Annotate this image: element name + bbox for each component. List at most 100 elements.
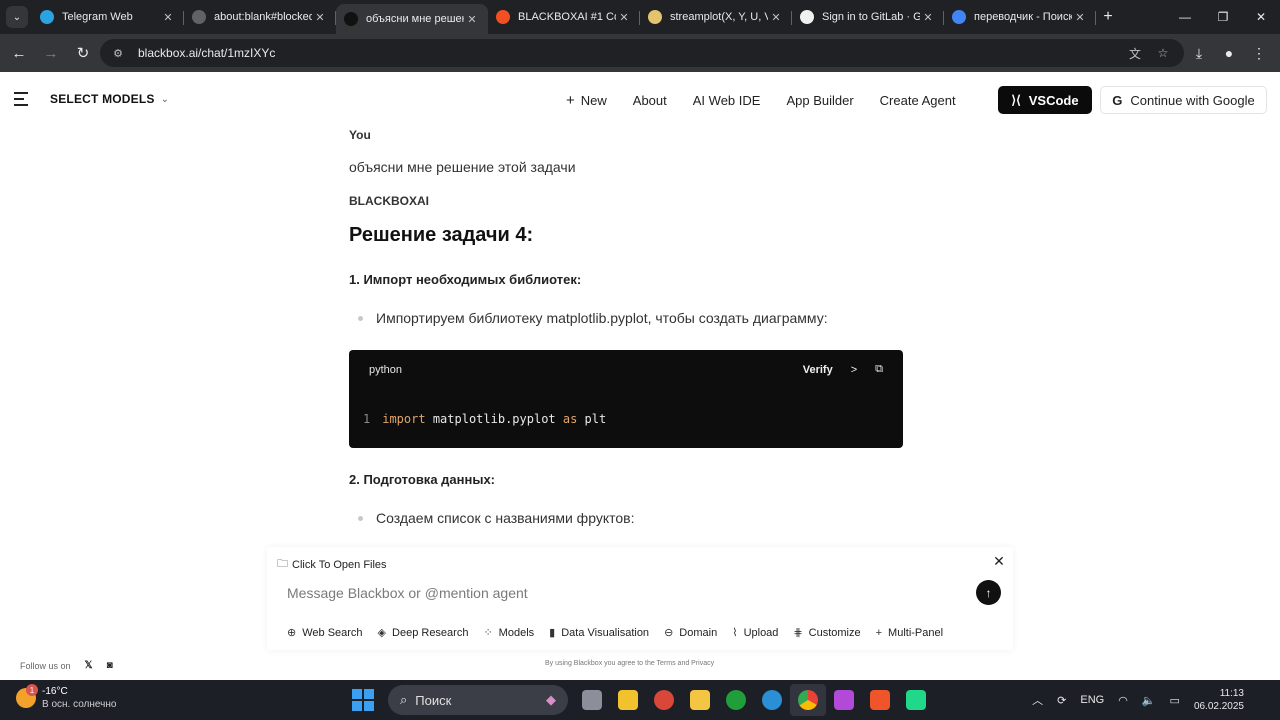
nav-create-agent[interactable]: Create Agent (880, 92, 956, 109)
close-tab-icon[interactable]: ✕ (312, 9, 328, 25)
address-bar[interactable]: ⚙ blackbox.ai/chat/1mzIXYc 文 ☆ (100, 39, 1184, 67)
pycharm-icon[interactable] (898, 684, 934, 716)
nav-about[interactable]: About (633, 92, 667, 109)
task-view-icon[interactable] (574, 684, 610, 716)
vscode-button[interactable]: ⟩⟨ VSCode (998, 86, 1092, 114)
taskbar-search-label: Поиск (415, 692, 452, 708)
download-icon[interactable]: ⤓ (1184, 38, 1214, 68)
sync-icon[interactable]: ⟳ (1057, 694, 1066, 707)
globe-icon: ⊕ (287, 627, 297, 639)
copy-icon[interactable]: ⧉ (875, 363, 883, 376)
browser-tab[interactable]: Telegram Web ✕ (32, 4, 184, 30)
tool-multi-panel[interactable]: + Multi-Panel (876, 626, 943, 639)
message-input[interactable] (287, 583, 967, 603)
browser-tab[interactable]: streamplot(X, Y, U, V ✕ (640, 4, 792, 30)
code-line: 1 import matplotlib.pyplot as plt (363, 412, 606, 426)
nav-app-builder[interactable]: App Builder (786, 92, 853, 109)
bookmark-star-icon[interactable]: ☆ (1154, 44, 1172, 62)
window-controls: — ❐ ✕ (1166, 0, 1280, 34)
forward-button[interactable]: → (36, 38, 66, 68)
back-button[interactable]: ← (4, 38, 34, 68)
new-tab-button[interactable]: + (1096, 4, 1120, 30)
step-2-title: 2. Подготовка данных: (349, 472, 496, 487)
maximize-button[interactable]: ❐ (1204, 0, 1242, 34)
tool-label: Data Visualisation (561, 626, 650, 639)
xbox-icon[interactable] (718, 684, 754, 716)
terms-disclaimer: By using Blackbox you agree to the Terms… (545, 660, 715, 667)
minimize-button[interactable]: — (1166, 0, 1204, 34)
tool-models[interactable]: ⁘ Models (483, 626, 534, 640)
reload-button[interactable]: ↻ (68, 38, 98, 68)
kebab-menu-icon[interactable]: ⋮ (1244, 38, 1274, 68)
arrow-up-icon: ↑ (985, 585, 992, 600)
run-icon[interactable]: > (851, 364, 857, 376)
tool-deep-research[interactable]: ◈ Deep Research (377, 626, 469, 640)
close-window-button[interactable]: ✕ (1242, 0, 1280, 34)
open-files-button[interactable]: 🗀 Click To Open Files (277, 555, 387, 574)
edge-icon[interactable] (754, 684, 790, 716)
tool-upload[interactable]: ⌇ Upload (732, 626, 778, 640)
tab-title: Telegram Web (62, 11, 133, 23)
windows-start-icon[interactable] (352, 689, 374, 711)
profile-icon[interactable]: ● (1214, 38, 1244, 68)
browser-tab[interactable]: Sign in to GitLab · G ✕ (792, 4, 944, 30)
top-nav: + New About AI Web IDE App Builder Create… (566, 92, 982, 109)
send-button[interactable]: ↑ (976, 580, 1001, 605)
site-info-icon[interactable]: ⚙ (110, 45, 126, 61)
chrome-icon[interactable] (790, 684, 826, 716)
translate-icon[interactable]: 文 (1126, 44, 1144, 62)
reload-icon: ↻ (76, 45, 90, 62)
file-explorer-icon[interactable] (682, 684, 718, 716)
tab-title: BLACKBOXAI #1 Cod (518, 11, 616, 23)
bullet-dot (358, 315, 363, 321)
nav-ai-web-ide[interactable]: AI Web IDE (693, 92, 761, 109)
clock[interactable]: 11:13 06.02.2025 (1194, 687, 1244, 713)
browser-tab[interactable]: about:blank#blocked ✕ (184, 4, 336, 30)
tab-title: переводчик - Поиск (974, 11, 1072, 23)
wifi-icon[interactable]: ◠ (1118, 694, 1128, 707)
close-tab-icon[interactable]: ✕ (920, 9, 936, 25)
nav-new[interactable]: + New (566, 92, 607, 109)
layers-icon: ◈ (377, 627, 387, 639)
close-tab-icon[interactable]: ✕ (1072, 9, 1088, 25)
app-purple-icon[interactable] (826, 684, 862, 716)
weather-temp: -16°C (42, 686, 68, 697)
continue-with-google-button[interactable]: G Continue with Google (1100, 86, 1267, 114)
open-files-label: Click To Open Files (292, 558, 387, 571)
url-text[interactable]: blackbox.ai/chat/1mzIXYc (138, 46, 275, 60)
tool-web-search[interactable]: ⊕ Web Search (287, 626, 363, 640)
browser-tab[interactable]: объясни мне решен ✕ (336, 4, 488, 34)
close-icon[interactable]: ✕ (991, 553, 1007, 569)
hamburger-menu-icon[interactable] (14, 92, 30, 106)
x-icon[interactable]: 𝕏 (85, 660, 93, 671)
brave-icon[interactable] (862, 684, 898, 716)
google-icon: G (1112, 92, 1123, 108)
browser-tab[interactable]: BLACKBOXAI #1 Cod ✕ (488, 4, 640, 30)
app-red-icon[interactable] (646, 684, 682, 716)
browser-tab[interactable]: переводчик - Поиск ✕ (944, 4, 1096, 30)
tool-label: Multi-Panel (888, 626, 944, 639)
speaker-icon[interactable]: 🔈 (1142, 694, 1156, 707)
tool-customize[interactable]: ⋕ Customize (793, 626, 861, 640)
search-icon: ⌕ (400, 692, 408, 707)
tool-label: Customize (808, 626, 861, 639)
chevron-up-icon[interactable]: ︿ (1032, 692, 1043, 708)
close-tab-icon[interactable]: ✕ (160, 9, 176, 25)
tab-search-button[interactable]: ⌄ (6, 6, 28, 28)
weather-widget[interactable]: 1 -16°C В осн. солнечно (16, 684, 116, 711)
battery-icon[interactable]: ▭ (1170, 694, 1180, 707)
language-indicator[interactable]: ENG (1080, 694, 1104, 706)
step-1-bullet-text: Импортируем библиотеку matplotlib.pyplot… (376, 310, 828, 326)
bar-chart-icon: ▮ (549, 627, 556, 639)
close-tab-icon[interactable]: ✕ (464, 11, 480, 27)
verify-button[interactable]: Verify (803, 364, 833, 376)
taskbar-search[interactable]: ⌕ Поиск ◆ (388, 685, 568, 715)
close-tab-icon[interactable]: ✕ (768, 9, 784, 25)
ms-store-icon[interactable] (610, 684, 646, 716)
discord-icon[interactable]: ◙ (107, 660, 113, 671)
step-1-bullet: Импортируем библиотеку matplotlib.pyplot… (349, 310, 828, 326)
close-tab-icon[interactable]: ✕ (616, 9, 632, 25)
tool-domain[interactable]: ⊖ Domain (664, 626, 717, 640)
tool-data-visualisation[interactable]: ▮ Data Visualisation (549, 626, 650, 640)
select-models-dropdown[interactable]: SELECT MODELS ⌄ (50, 92, 169, 106)
